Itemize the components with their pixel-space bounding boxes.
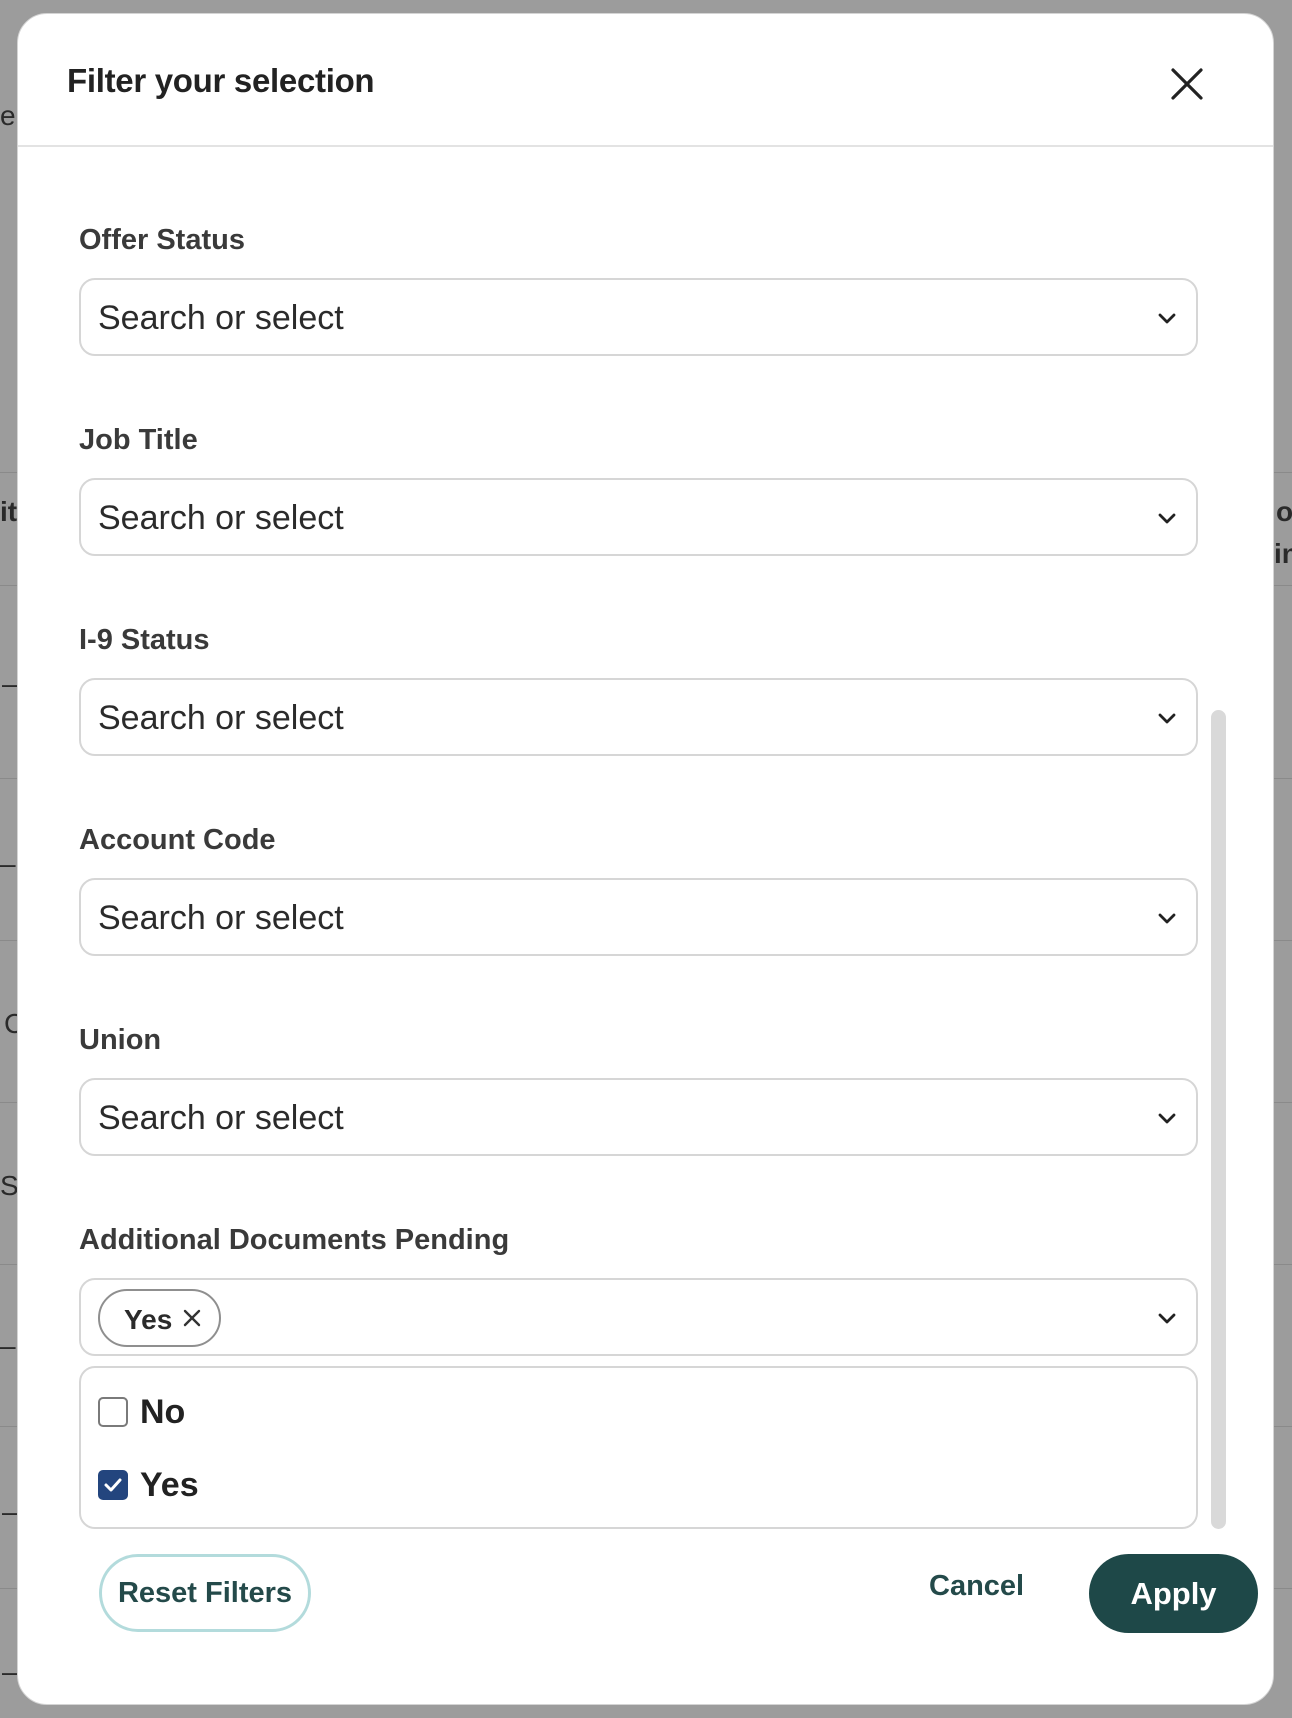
modal-header: Filter your selection (18, 14, 1273, 147)
option-label: No (140, 1393, 186, 1431)
chevron-down-icon (1158, 1113, 1176, 1124)
i9-status-placeholder: Search or select (98, 699, 344, 737)
account-code-label: Account Code (79, 824, 276, 856)
offer-status-label: Offer Status (79, 224, 245, 256)
background-text: – (2, 1656, 18, 1687)
close-icon[interactable] (1167, 64, 1207, 104)
offer-status-placeholder: Search or select (98, 299, 344, 337)
i9-status-select[interactable]: Search or select (79, 678, 1198, 756)
background-text: – (0, 848, 16, 879)
chevron-down-icon (1158, 913, 1176, 924)
checkmark-icon (104, 1478, 122, 1492)
union-select[interactable]: Search or select (79, 1078, 1198, 1156)
i9-status-label: I-9 Status (79, 624, 210, 656)
background-text: – (0, 1330, 16, 1361)
cancel-button[interactable]: Cancel (929, 1570, 1024, 1603)
checkbox-yes[interactable] (98, 1470, 128, 1500)
scrollbar[interactable] (1211, 710, 1226, 1529)
option-yes[interactable]: Yes (98, 1466, 598, 1506)
selected-chip-yes: Yes (98, 1289, 221, 1347)
option-label: Yes (140, 1466, 199, 1504)
account-code-select[interactable]: Search or select (79, 878, 1198, 956)
chevron-down-icon (1158, 513, 1176, 524)
background-text: o (1276, 496, 1292, 527)
job-title-label: Job Title (79, 424, 198, 456)
additional-documents-select[interactable]: Yes (79, 1278, 1198, 1356)
offer-status-select[interactable]: Search or select (79, 278, 1198, 356)
background-text: – (2, 668, 18, 699)
option-no[interactable]: No (98, 1393, 598, 1433)
remove-chip-icon[interactable] (182, 1308, 202, 1328)
background-text: – (2, 1496, 18, 1527)
background-text: S (0, 1170, 19, 1201)
additional-documents-options: No Yes (79, 1366, 1198, 1529)
checkbox-no[interactable] (98, 1397, 128, 1427)
reset-filters-button[interactable]: Reset Filters (99, 1554, 311, 1632)
chip-label: Yes (124, 1304, 173, 1335)
modal-title: Filter your selection (67, 62, 375, 99)
apply-button[interactable]: Apply (1089, 1554, 1258, 1633)
union-placeholder: Search or select (98, 1099, 344, 1137)
background-text: it (0, 496, 18, 527)
background-text: in (1274, 538, 1292, 569)
union-label: Union (79, 1024, 162, 1056)
additional-documents-label: Additional Documents Pending (79, 1224, 510, 1256)
account-code-placeholder: Search or select (98, 899, 344, 937)
chevron-down-icon (1158, 713, 1176, 724)
chevron-down-icon (1158, 1313, 1176, 1324)
job-title-placeholder: Search or select (98, 499, 344, 537)
chevron-down-icon (1158, 313, 1176, 324)
filter-modal: Filter your selection Offer Status Searc… (17, 13, 1274, 1705)
job-title-select[interactable]: Search or select (79, 478, 1198, 556)
